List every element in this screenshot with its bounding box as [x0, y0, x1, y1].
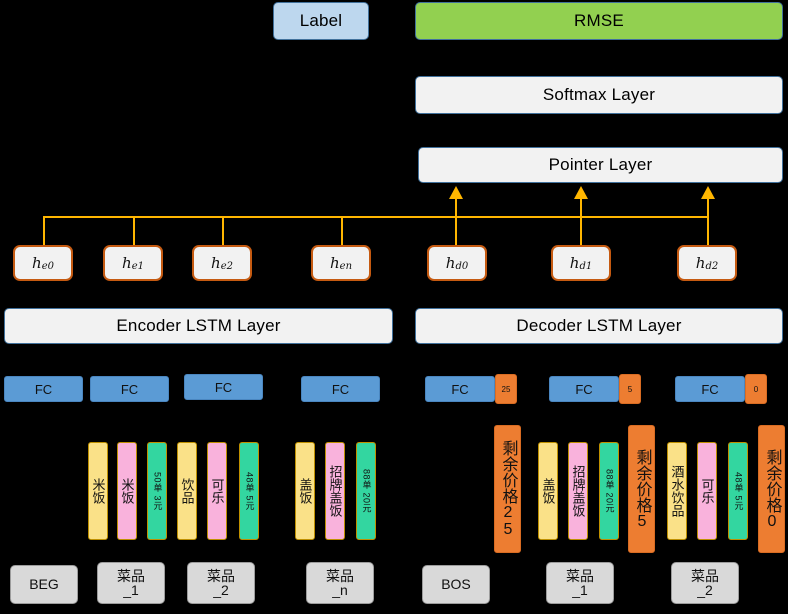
decoder-chip-5-text: 剩余价格5	[633, 448, 651, 530]
decoder-chip-2: 盖饭	[538, 442, 558, 540]
pointer-arrow-3-stem	[707, 198, 709, 248]
attention-drop-he1	[133, 216, 135, 248]
hidden-state-he1-sub: e1	[131, 260, 144, 272]
attention-drop-he0	[43, 216, 45, 248]
diagram-canvas: Label RMSE Softmax Layer Pointer Layer h…	[0, 0, 788, 614]
attention-drop-he2	[222, 216, 224, 248]
encoder-chip-3-text: 50单 3元	[152, 471, 163, 511]
rmse-box: RMSE	[415, 2, 783, 40]
fc-badge-5: 25	[495, 374, 517, 404]
decoder-chip-1: 剩余价格25	[494, 425, 521, 553]
token-decoder-dish-1: 菜品 _1	[546, 562, 614, 604]
decoder-chip-4-text: 88单 20元	[604, 468, 615, 514]
pointer-arrow-1-stem	[455, 198, 457, 248]
token-dish-n: 菜品 _n	[306, 562, 374, 604]
decoder-chip-4: 88单 20元	[599, 442, 619, 540]
encoder-chip-5: 可乐	[207, 442, 227, 540]
decoder-chip-9: 剩余价格0	[758, 425, 785, 553]
decoder-chip-6: 酒水饮品	[667, 442, 687, 540]
hidden-state-hd2-base: h	[695, 254, 706, 272]
fc-box-2: FC	[90, 376, 169, 402]
encoder-chip-5-text: 可乐	[209, 478, 225, 504]
fc-box-3: FC	[184, 374, 263, 400]
label-box: Label	[273, 2, 369, 40]
token-dish-2: 菜品 _2	[187, 562, 255, 604]
decoder-chip-5: 剩余价格5	[628, 425, 655, 553]
encoder-chip-7: 盖饭	[295, 442, 315, 540]
encoder-chip-2: 米饭	[117, 442, 137, 540]
hidden-state-he1: h e1	[103, 245, 163, 281]
hidden-state-hen-base: h	[329, 254, 340, 272]
hidden-state-hd0-base: h	[445, 254, 456, 272]
decoder-lstm-layer-box: Decoder LSTM Layer	[415, 308, 783, 344]
decoder-chip-7-text: 可乐	[699, 478, 715, 504]
fc-box-1: FC	[4, 376, 83, 402]
encoder-chip-1-text: 米饭	[90, 478, 106, 504]
hidden-state-hd1-sub: d1	[579, 260, 593, 272]
hidden-state-hd0-sub: d0	[455, 260, 469, 272]
fc-badge-7: 0	[745, 374, 767, 404]
hidden-state-he0: h e0	[13, 245, 73, 281]
encoder-chip-2-text: 米饭	[119, 478, 135, 504]
hidden-state-he2: h e2	[192, 245, 252, 281]
encoder-chip-1: 米饭	[88, 442, 108, 540]
fc-badge-6: 5	[619, 374, 641, 404]
fc-box-5: FC	[425, 376, 495, 402]
decoder-chip-2-text: 盖饭	[540, 478, 556, 504]
decoder-chip-7: 可乐	[697, 442, 717, 540]
hidden-state-hd2: h d2	[677, 245, 737, 281]
fc-box-4: FC	[301, 376, 380, 402]
token-decoder-dish-2: 菜品 _2	[671, 562, 739, 604]
decoder-chip-1-text: 剩余价格25	[499, 440, 517, 538]
hidden-state-hen: h en	[311, 245, 371, 281]
encoder-chip-6-text: 48单 5元	[244, 471, 255, 511]
token-bos: BOS	[422, 565, 490, 604]
hidden-state-he0-sub: e0	[41, 260, 54, 272]
fc-box-7: FC	[675, 376, 745, 402]
token-dish-1: 菜品 _1	[97, 562, 165, 604]
hidden-state-he2-base: h	[211, 254, 221, 272]
attention-drop-hen	[341, 216, 343, 248]
softmax-layer-box: Softmax Layer	[415, 76, 783, 114]
pointer-arrow-2-stem	[580, 198, 582, 248]
hidden-state-hd2-sub: d2	[705, 260, 719, 272]
hidden-state-hd1: h d1	[551, 245, 611, 281]
hidden-state-he2-sub: e2	[220, 260, 233, 272]
token-beg: BEG	[10, 565, 78, 604]
fc-box-6: FC	[549, 376, 619, 402]
encoder-chip-3: 50单 3元	[147, 442, 167, 540]
encoder-chip-9-text: 88单 20元	[361, 468, 372, 514]
decoder-chip-9-text: 剩余价格0	[763, 448, 781, 530]
decoder-chip-3: 招牌盖饭	[568, 442, 588, 540]
encoder-chip-8: 招牌盖饭	[325, 442, 345, 540]
decoder-chip-8: 48单 5元	[728, 442, 748, 540]
hidden-state-he1-base: h	[122, 254, 132, 272]
hidden-state-hd0: h d0	[427, 245, 487, 281]
hidden-state-hd1-base: h	[569, 254, 580, 272]
decoder-chip-8-text: 48单 5元	[733, 471, 744, 511]
hidden-state-he0-base: h	[32, 254, 42, 272]
encoder-chip-6: 48单 5元	[239, 442, 259, 540]
decoder-chip-6-text: 酒水饮品	[669, 465, 685, 517]
encoder-lstm-layer-box: Encoder LSTM Layer	[4, 308, 393, 344]
encoder-chip-4-text: 饮品	[179, 478, 195, 504]
encoder-chip-7-text: 盖饭	[297, 478, 313, 504]
attention-bus-line	[43, 216, 708, 218]
encoder-chip-8-text: 招牌盖饭	[327, 465, 343, 517]
pointer-layer-box: Pointer Layer	[418, 147, 783, 183]
encoder-chip-4: 饮品	[177, 442, 197, 540]
decoder-chip-3-text: 招牌盖饭	[570, 465, 586, 517]
hidden-state-hen-sub: en	[339, 260, 353, 272]
encoder-chip-9: 88单 20元	[356, 442, 376, 540]
